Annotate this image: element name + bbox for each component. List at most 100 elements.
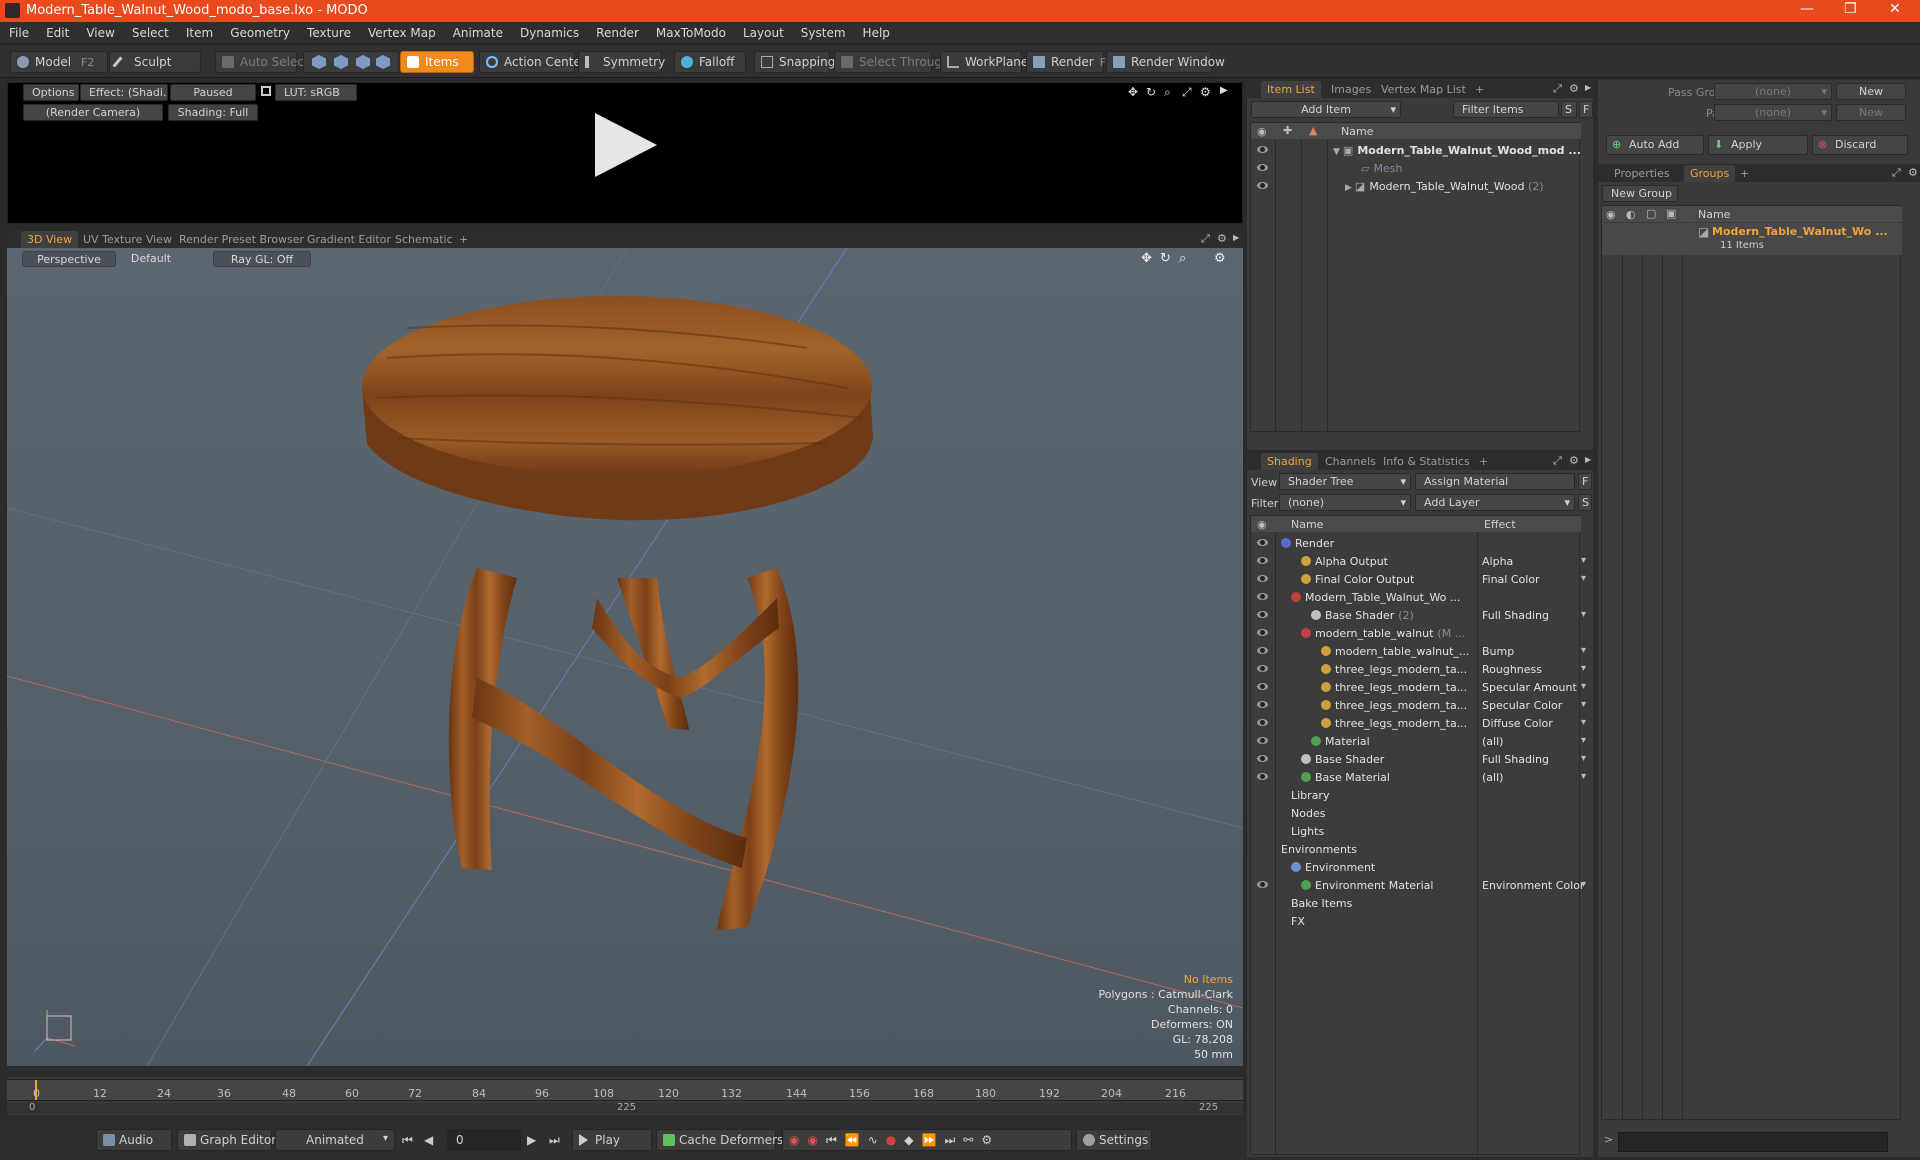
jump-end-icon[interactable]: ⏭ — [549, 1133, 560, 1148]
select-through-button[interactable]: Select Through — [834, 51, 950, 73]
frame-input[interactable]: 0 — [447, 1129, 521, 1151]
menu-system[interactable]: System — [792, 22, 854, 40]
shader-tree-row[interactable]: FX — [1251, 912, 1579, 930]
preview-effect-dropdown[interactable]: Effect: (Shadi... — [80, 84, 168, 101]
effect-dropdown[interactable]: Roughness — [1482, 663, 1586, 676]
gear-icon[interactable]: ⚙ — [1569, 82, 1579, 95]
tab-vertex-map-list[interactable]: Vertex Map List — [1375, 81, 1472, 98]
play-icon[interactable] — [595, 113, 657, 177]
discard-button[interactable]: ⊗ Discard — [1812, 135, 1908, 155]
animated-dropdown[interactable]: Animated ▾ — [275, 1129, 395, 1151]
graph-editor-button[interactable]: Graph Editor — [177, 1129, 276, 1151]
zoom-icon[interactable]: ⌕ — [1164, 85, 1171, 100]
link-icon[interactable]: ⚯ — [963, 1133, 973, 1147]
search-s-button[interactable]: S — [1578, 494, 1592, 511]
prev-key-icon[interactable]: ⏮ — [826, 1133, 837, 1147]
gear-icon[interactable]: ⚙ — [1908, 166, 1918, 179]
eye-icon[interactable] — [1257, 611, 1268, 618]
tab-shading[interactable]: Shading — [1261, 453, 1318, 470]
gear-icon[interactable]: ⚙ — [1569, 454, 1579, 467]
eye-icon[interactable] — [1257, 575, 1268, 582]
pass-groups-dropdown[interactable]: (none) ▾ — [1714, 83, 1832, 100]
audio-button[interactable]: Audio — [96, 1129, 172, 1151]
falloff-button[interactable]: Falloff — [674, 51, 746, 73]
effect-dropdown[interactable]: Full Shading — [1482, 753, 1586, 766]
shader-tree-row[interactable]: three_legs_modern_ta... Specular Color — [1251, 696, 1586, 714]
shader-tree-row[interactable]: three_legs_modern_ta... Specular Amount — [1251, 678, 1586, 696]
search-s-button[interactable]: S — [1561, 101, 1577, 118]
auto-add-button[interactable]: ⊕ Auto Add — [1606, 135, 1704, 155]
tab-channels[interactable]: Channels — [1319, 453, 1382, 470]
shader-tree-row[interactable]: three_legs_modern_ta... Diffuse Color — [1251, 714, 1586, 732]
close-icon[interactable]: ✕ — [1889, 1, 1901, 17]
step-forward-icon[interactable]: ▶ — [527, 1133, 536, 1147]
tab-3d-view[interactable]: 3D View — [21, 231, 79, 248]
render-preview[interactable]: Options Effect: (Shadi... Paused LUT: sR… — [7, 82, 1243, 224]
arrow-right-icon[interactable]: ▶ — [1585, 83, 1591, 92]
add-tab-button[interactable]: + — [1734, 165, 1755, 182]
timeline[interactable]: 0 12 24 36 48 60 72 84 96 108 120 132 14… — [7, 1077, 1243, 1115]
prev-frame-icon[interactable]: ⏪ — [845, 1133, 860, 1147]
tab-info-statistics[interactable]: Info & Statistics — [1377, 453, 1476, 470]
sculpt-button[interactable]: Sculpt — [109, 51, 201, 73]
shader-tree-row[interactable]: Base Shader (2) Full Shading — [1251, 606, 1586, 624]
shader-tree-row[interactable]: three_legs_modern_ta... Roughness — [1251, 660, 1586, 678]
shader-tree-row[interactable]: Material (all) — [1251, 732, 1586, 750]
polygon-mode-icon[interactable] — [356, 55, 370, 69]
menu-geometry[interactable]: Geometry — [221, 22, 298, 40]
move-view-icon[interactable]: ✥ — [1128, 85, 1138, 99]
preview-options-button[interactable]: Options — [23, 84, 79, 101]
eye-icon[interactable] — [1257, 164, 1268, 171]
menu-edit[interactable]: Edit — [37, 22, 77, 40]
effect-dropdown[interactable]: Final Color — [1482, 573, 1586, 586]
maximize-icon[interactable]: ⤢ — [1201, 232, 1210, 246]
menu-view[interactable]: View — [77, 22, 122, 40]
menu-select[interactable]: Select — [123, 22, 177, 40]
lut-dropdown[interactable]: LUT: sRGB — [275, 84, 357, 101]
assign-material-input[interactable]: Assign Material — [1415, 473, 1575, 490]
render-button[interactable]: RenderF9 — [1026, 51, 1113, 73]
shader-tree-row[interactable]: Environments — [1251, 840, 1579, 858]
eye-icon[interactable] — [1257, 683, 1268, 690]
tab-groups[interactable]: Groups — [1684, 165, 1736, 182]
symmetry-button[interactable]: Symmetry — [578, 51, 665, 73]
items-button[interactable]: Items — [400, 51, 474, 73]
effect-dropdown[interactable]: (all) — [1482, 735, 1586, 748]
eye-icon[interactable] — [1257, 146, 1268, 153]
shader-tree[interactable]: ◉ Name Effect Render Alpha Output Alpha Fin… — [1250, 515, 1586, 1156]
shader-tree-row[interactable]: Environment — [1251, 858, 1579, 876]
maximize-icon[interactable]: ⤢ — [1182, 85, 1192, 100]
tab-render-preset-browser[interactable]: Render Preset Browser — [173, 231, 310, 248]
shading-dropdown[interactable]: Shading: Full — [168, 104, 258, 121]
effect-dropdown[interactable]: Alpha — [1482, 555, 1586, 568]
groups-tree[interactable]: ◉ ◐ ▢ ▣ Name ◪ Modern_Table_Walnut_Wo ..… — [1601, 205, 1902, 1121]
snapping-button[interactable]: Snapping — [754, 51, 835, 73]
render-window-button[interactable]: Render Window — [1106, 51, 1225, 73]
eye-icon[interactable] — [1257, 773, 1268, 780]
expand-arrow-icon[interactable]: ▼ — [1333, 147, 1340, 157]
menu-help[interactable]: Help — [854, 22, 898, 40]
edge-mode-icon[interactable] — [334, 55, 348, 69]
preview-paused-button[interactable]: Paused — [170, 84, 256, 101]
tree-row-mesh[interactable]: ▱ Mesh — [1251, 159, 1579, 177]
shader-tree-row[interactable]: Library — [1251, 786, 1579, 804]
tree-row-group[interactable]: ▶ ◪ Modern_Table_Walnut_Wood (2) — [1251, 177, 1579, 195]
tab-schematic[interactable]: Schematic — [389, 231, 459, 248]
menu-item[interactable]: Item — [177, 22, 221, 40]
shader-tree-row[interactable]: modern_table_walnut (M ... — [1251, 624, 1579, 642]
shader-tree-row[interactable]: Environment Material Environment Color — [1251, 876, 1586, 894]
item-tree[interactable]: ◉ ✚ ▲ Name ▼ ▣ Modern_Table_Walnut_Wood_mo… — [1250, 122, 1581, 433]
next-key-icon[interactable]: ⏭ — [944, 1133, 955, 1147]
auto-select-button[interactable]: Auto Select — [215, 51, 309, 73]
minimize-icon[interactable]: — — [1800, 1, 1814, 17]
model-button[interactable]: Model F2 — [10, 51, 108, 73]
shader-tree-row[interactable]: Base Material (all) — [1251, 768, 1586, 786]
menu-texture[interactable]: Texture — [298, 22, 359, 40]
shader-tree-row[interactable]: Render — [1251, 534, 1579, 552]
tab-gradient-editor[interactable]: Gradient Editor — [301, 231, 397, 248]
menu-vertex-map[interactable]: Vertex Map — [359, 22, 444, 40]
eye-icon[interactable] — [1257, 719, 1268, 726]
maximize-icon[interactable]: ⤢ — [1553, 454, 1562, 468]
new-pass-button[interactable]: New — [1836, 104, 1906, 121]
workplane-button[interactable]: WorkPlane — [940, 51, 1028, 73]
